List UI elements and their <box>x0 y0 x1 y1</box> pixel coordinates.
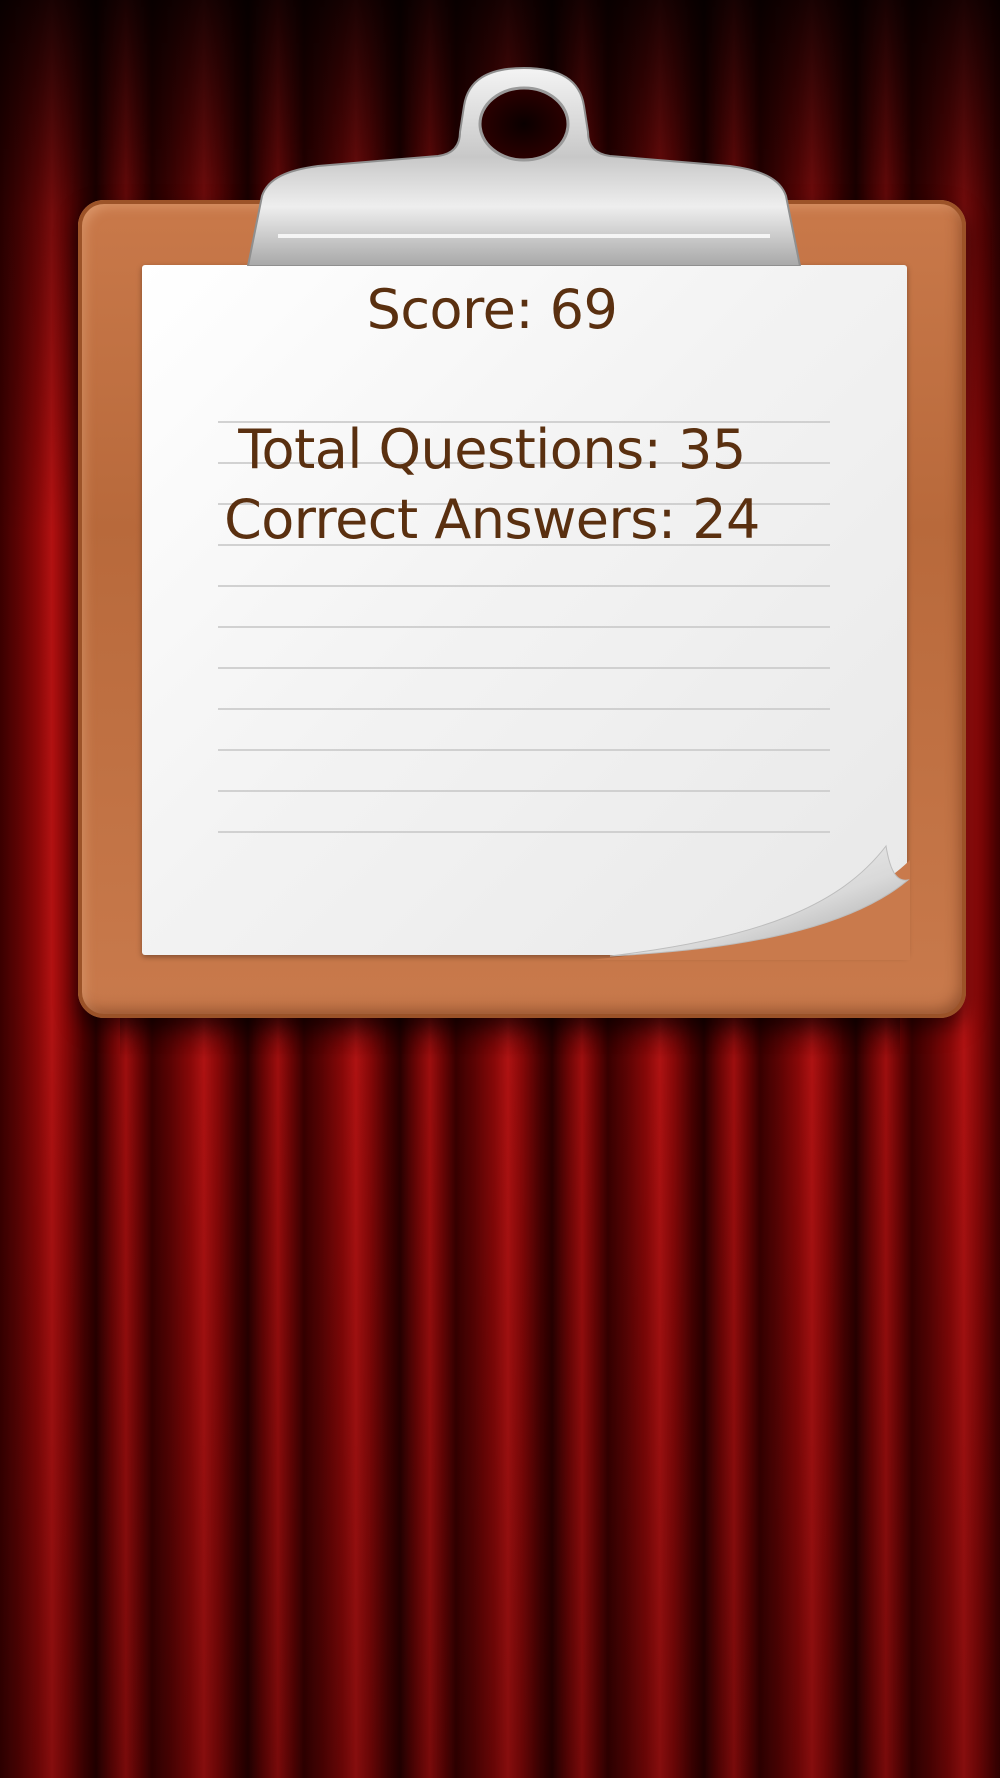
clipboard-clip-icon <box>246 66 802 266</box>
score-label: Score: 69 <box>366 278 618 341</box>
correct-answers-label: Correct Answers: 24 <box>224 488 760 551</box>
page-curl-icon <box>590 844 910 960</box>
total-questions-label: Total Questions: 35 <box>238 418 746 481</box>
curtain-background: Score: 69 Total Questions: 35 Correct An… <box>0 0 1000 1778</box>
